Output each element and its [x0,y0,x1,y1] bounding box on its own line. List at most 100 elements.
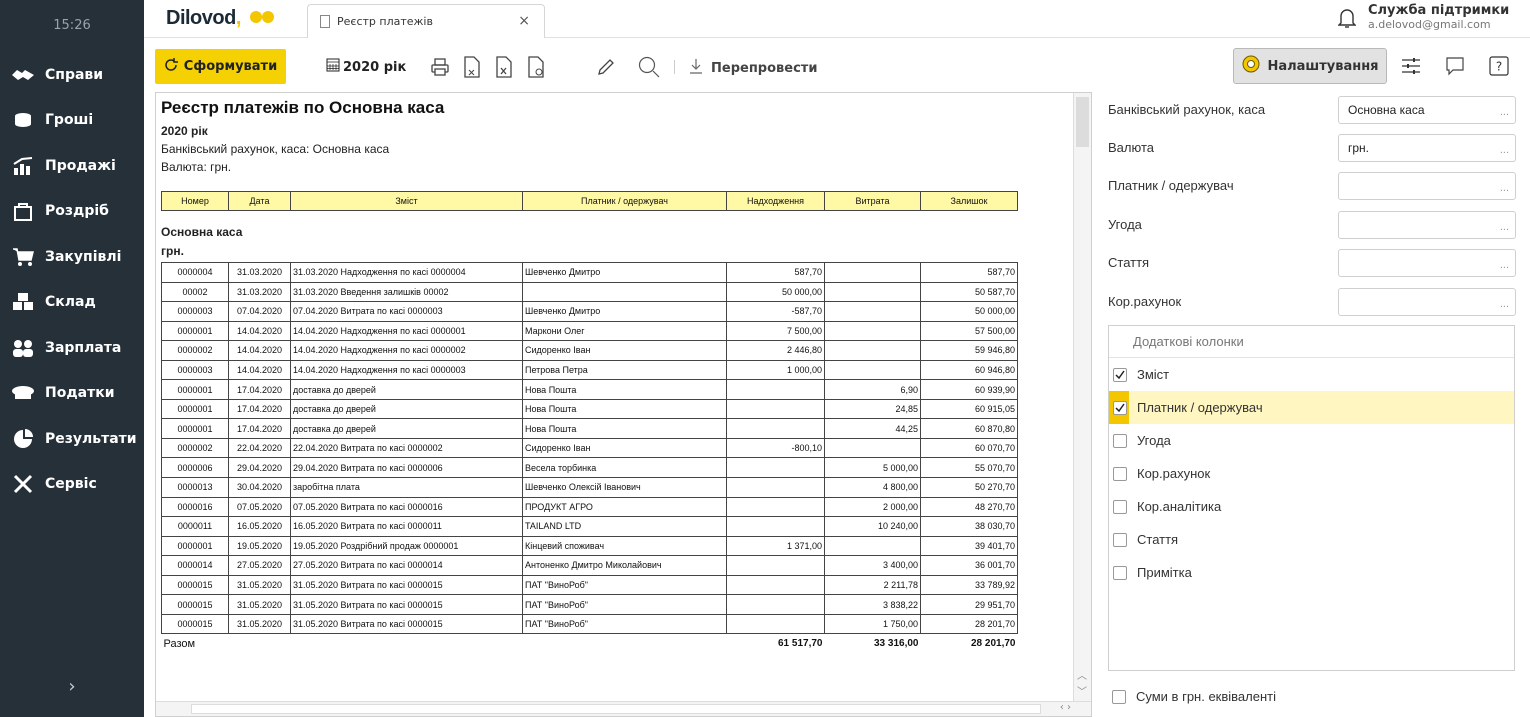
export-file-settings-icon[interactable] [525,55,547,79]
checkbox[interactable] [1112,689,1126,704]
bell-icon[interactable] [1337,7,1357,33]
table-cell: 0000001 [161,379,229,400]
more-icon[interactable]: ... [1500,99,1509,125]
table-row[interactable]: 0000001 17.04.2020 доставка до дверей Нова … [161,379,1018,400]
close-icon[interactable]: × [518,13,530,29]
table-row[interactable]: 0000015 31.05.2020 31.05.2020 Витрата по к… [161,574,1018,596]
more-icon[interactable]: ... [1500,175,1509,201]
field-label: Стаття [1108,255,1150,270]
support-block[interactable]: Служба підтримки a.delovod@gmail.com [1368,3,1514,31]
sidebar-item-retail[interactable]: Роздріб [0,189,144,235]
table-row[interactable]: 0000001 19.05.2020 19.05.2020 Роздрібний п… [161,535,1018,557]
table-row[interactable]: 0000001 17.04.2020 доставка до дверей Нова … [161,398,1018,420]
field-label: Банківський рахунок, каса [1108,102,1266,117]
table-row[interactable]: 0000002 14.04.2020 14.04.2020 Надходження … [161,340,1018,361]
article-input[interactable]: ... [1338,249,1516,277]
table-row[interactable]: 0000003 14.04.2020 14.04.2020 Надходження … [161,359,1018,381]
sidebar-item-taxes[interactable]: Податки [0,371,144,417]
payer-input[interactable]: ... [1338,172,1516,200]
logo[interactable]: Dilovod, [166,7,275,30]
more-icon[interactable]: ... [1500,137,1509,163]
column-option-note[interactable]: Примітка [1109,556,1514,589]
gear-icon [1241,54,1261,78]
checkbox[interactable] [1113,466,1127,481]
generate-button[interactable]: Сформувати [155,49,286,84]
scroll-up-icon[interactable]: ︿ [1077,667,1087,682]
checkbox[interactable] [1113,367,1127,382]
checkbox[interactable] [1113,433,1127,448]
export-pdf-icon[interactable] [461,55,483,79]
settings-button[interactable]: Налаштування [1233,48,1387,84]
table-row[interactable]: 0000015 31.05.2020 31.05.2020 Витрата по к… [161,594,1018,615]
table-row[interactable]: 0000003 07.04.2020 07.04.2020 Витрата по к… [161,301,1018,322]
table-cell: 1 750,00 [824,613,921,635]
field-agreement: Угода ... [1108,211,1518,239]
sidebar-item-sales[interactable]: Продажі [0,143,144,189]
sidebar-item-service[interactable]: Сервіс [0,462,144,508]
uah-equivalent-option[interactable]: Суми в грн. еквіваленті [1112,689,1276,704]
sidebar-item-purchases[interactable]: Закупівлі [0,234,144,280]
period-button[interactable]: 2020 рік [326,58,406,76]
column-option-corr-analytics[interactable]: Кор.аналітика [1109,490,1514,523]
sidebar-expand-button[interactable]: › [0,676,144,697]
report-period: 2020 рік [161,124,208,138]
more-icon[interactable]: ... [1500,214,1509,240]
checkbox[interactable] [1113,532,1127,547]
comment-icon[interactable] [1442,54,1468,78]
table-row[interactable]: 0000004 31.03.2020 31.03.2020 Надходження … [161,262,1018,283]
table-cell: 60 915,05 [920,398,1018,420]
currency-input[interactable]: грн.... [1338,134,1516,162]
scrollbar-thumb[interactable] [1076,97,1089,147]
scroll-left-right-icon[interactable]: ‹ › [1060,702,1071,713]
column-option-payer[interactable]: Платник / одержувач [1109,391,1514,424]
checkbox[interactable] [1113,565,1127,580]
table-row[interactable]: 0000015 31.05.2020 31.05.2020 Витрата по к… [161,613,1018,635]
vertical-scrollbar[interactable]: ︿ ﹀ [1073,93,1091,703]
scroll-down-icon[interactable]: ﹀ [1077,683,1087,698]
table-row[interactable]: 0000001 14.04.2020 14.04.2020 Надходження … [161,320,1018,342]
scrollbar-thumb[interactable] [191,704,1041,714]
table-row[interactable]: 0000002 22.04.2020 22.04.2020 Витрата по к… [161,437,1018,459]
table-cell: 2 446,80 [726,340,825,361]
help-icon[interactable]: ? [1486,54,1512,78]
table-cell: 17.04.2020 [228,379,291,400]
column-option-corr-account[interactable]: Кор.рахунок [1109,457,1514,490]
clock: 15:26 [53,18,91,33]
checkbox[interactable] [1113,400,1127,415]
column-option-agreement[interactable]: Угода [1109,424,1514,457]
table-row[interactable]: 0000016 07.05.2020 07.05.2020 Витрата по к… [161,496,1018,518]
account-input[interactable]: Основна каса... [1338,96,1516,124]
more-icon[interactable]: ... [1500,291,1509,317]
agreement-input[interactable]: ... [1338,211,1516,239]
horizontal-scrollbar[interactable]: ‹ › [156,701,1091,716]
sidebar-item-money[interactable]: Гроші [0,98,144,144]
table-cell: Маркони Олег [522,320,727,342]
table-row[interactable]: 0000001 17.04.2020 доставка до дверей Нова … [161,418,1018,439]
table-cell: 5 000,00 [824,457,921,479]
sidebar-item-warehouse[interactable]: Склад [0,280,144,326]
table-row[interactable]: 0000013 30.04.2020 заробітна плата Шевченко… [161,477,1018,498]
pencil-icon[interactable] [595,55,617,79]
tab-payments-register[interactable]: Реєстр платежів × [307,4,545,38]
print-icon[interactable] [429,55,451,79]
table-row[interactable]: 0000006 29.04.2020 29.04.2020 Витрата по к… [161,457,1018,479]
additional-columns-title: Додаткові колонки [1109,326,1514,358]
sidebar-item-salary[interactable]: Зарплата [0,325,144,371]
search-icon[interactable] [638,55,660,79]
table-cell: 2 000,00 [824,496,921,518]
column-option-article[interactable]: Стаття [1109,523,1514,556]
repost-button[interactable]: Перепровести [689,58,817,78]
more-icon[interactable]: ... [1500,252,1509,278]
checkbox[interactable] [1113,499,1127,514]
repost-label: Перепровести [711,60,818,76]
sidebar-item-cases[interactable]: Справи [0,52,144,98]
table-row[interactable]: 0000011 16.05.2020 16.05.2020 Витрата по к… [161,516,1018,537]
corr-account-input[interactable]: ... [1338,288,1516,316]
export-excel-icon[interactable] [493,55,515,79]
column-option-content[interactable]: Зміст [1109,358,1514,391]
sliders-icon[interactable] [1398,54,1424,78]
settings-label: Налаштування [1267,58,1379,74]
table-row[interactable]: 0000014 27.05.2020 27.05.2020 Витрата по к… [161,555,1018,576]
sidebar-item-results[interactable]: Результати [0,416,144,462]
table-row[interactable]: 00002 31.03.2020 31.03.2020 Введення залиш… [161,281,1018,303]
